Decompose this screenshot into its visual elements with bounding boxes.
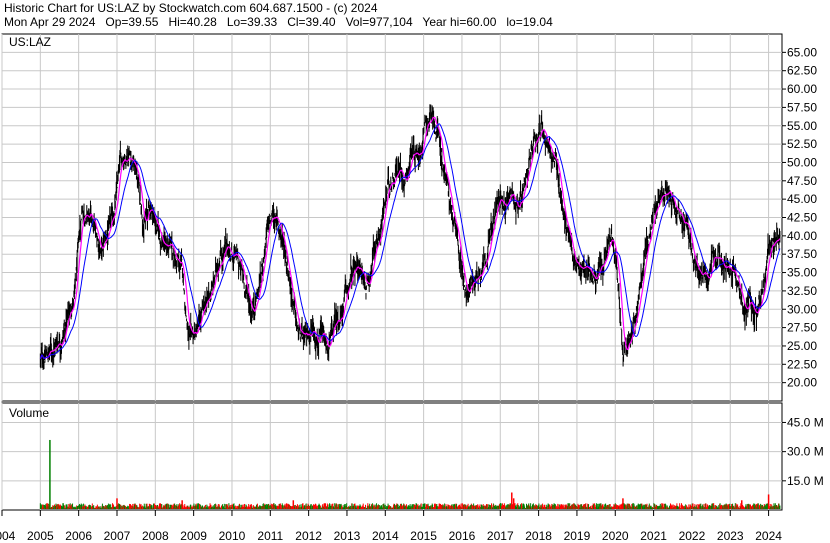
x-tick-label: 2007 [104,529,131,543]
volume-tick-label: 45.0 M [787,415,824,429]
price-tick-label: 65.00 [787,45,817,59]
symbol-label: US:LAZ [9,35,51,49]
stock-chart: 65.00 62.50 60.00 57.50 55.00 52.50 50.00 47.50… [0,33,824,543]
price-tick-label: 45.00 [787,192,817,206]
x-tick-label: 2011 [257,529,283,543]
x-tick-label: 2013 [334,529,361,543]
x-tick-label: 2022 [679,529,706,543]
volume-panel [1,402,783,511]
price-tick-label: 57.50 [787,100,817,114]
price-tick-label: 55.00 [787,119,817,133]
x-tick-label: 2016 [449,529,476,543]
x-tick-label: 2018 [525,529,552,543]
x-tick-label: 2021 [640,529,667,543]
volume-tick-label: 15.0 M [787,474,824,488]
price-tick-label: 60.00 [787,82,817,96]
x-tick-label: 2008 [142,529,169,543]
x-tick-label: 2020 [602,529,629,543]
x-tick-label: 2014 [372,529,399,543]
price-tick-label: 35.00 [787,266,817,280]
volume-title: Volume [9,406,49,420]
x-tick-label: 2006 [65,529,92,543]
price-tick-label: 20.00 [787,376,817,390]
x-tick-label: 2019 [564,529,591,543]
price-tick-label: 25.00 [787,339,817,353]
price-tick-label: 47.50 [787,174,817,188]
price-tick-label: 30.00 [787,302,817,316]
x-tick-label: 2015 [410,529,437,543]
price-tick-label: 42.50 [787,211,817,225]
price-tick-label: 22.50 [787,357,817,371]
price-tick-label: 40.00 [787,229,817,243]
price-tick-label: 32.50 [787,284,817,298]
x-tick-label: 2023 [717,529,744,543]
x-tick-label: 2005 [27,529,54,543]
x-tick-label: 2012 [295,529,322,543]
x-tick-label: 2004 [0,529,16,543]
price-tick-label: 27.50 [787,321,817,335]
x-tick-label: 2024 [755,529,782,543]
price-tick-label: 52.50 [787,137,817,151]
x-tick-label: 2010 [219,529,246,543]
x-tick-label: 2017 [487,529,514,543]
price-tick-label: 37.50 [787,247,817,261]
price-tick-label: 62.50 [787,64,817,78]
volume-tick-label: 30.0 M [787,445,824,459]
x-tick-label: 2009 [180,529,207,543]
price-tick-label: 50.00 [787,155,817,169]
